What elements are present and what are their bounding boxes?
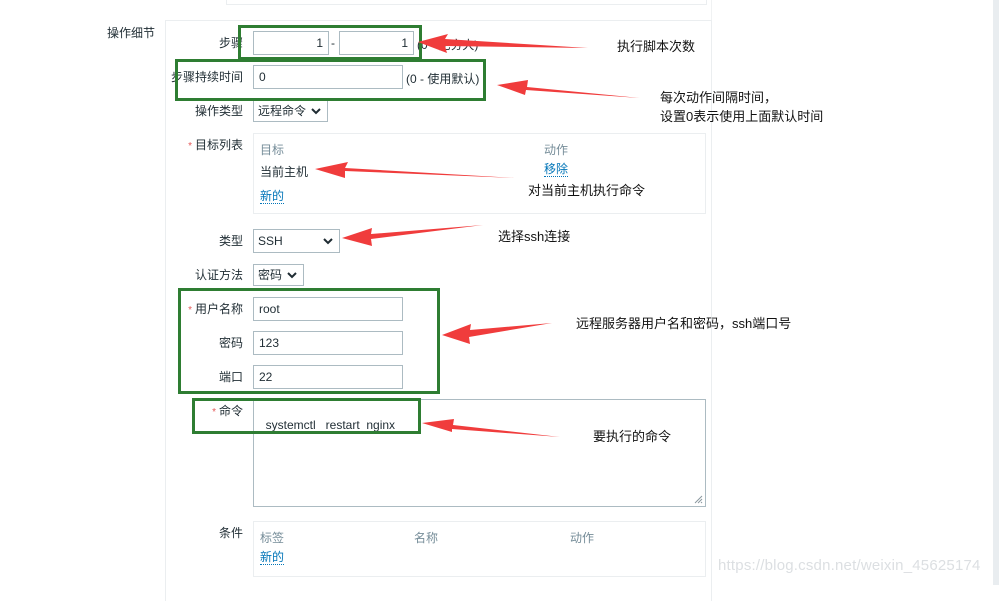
operation-type-select[interactable]: 远程命令 — [253, 100, 328, 122]
target-list-label: * 目标列表 — [153, 138, 243, 154]
auth-method-value: 密码 — [258, 268, 283, 282]
annotation-duration-note-line2: 设置0表示使用上面默认时间 — [660, 109, 824, 124]
scrollbar-track[interactable] — [993, 0, 999, 585]
type-select[interactable]: SSH — [253, 229, 340, 253]
column-header-name: 名称 — [414, 531, 439, 545]
annotation-box-command — [192, 398, 421, 434]
operation-type-label: 操作类型 — [194, 104, 243, 118]
annotation-target-note: 对当前主机执行命令 — [528, 183, 646, 198]
conditions-label: 条件 — [218, 526, 243, 540]
add-condition-link[interactable]: 新的 — [260, 551, 285, 565]
annotation-duration-note-line1: 每次动作间隔时间， — [660, 90, 778, 105]
annotation-type-note: 选择ssh连接 — [498, 229, 571, 244]
annotation-steps-note: 执行脚本次数 — [617, 39, 696, 54]
chevron-down-icon — [311, 108, 321, 115]
target-list-label-text: 目标列表 — [194, 138, 243, 152]
remove-target-link[interactable]: 移除 — [544, 163, 569, 177]
previous-field-box — [226, 0, 707, 5]
annotation-credentials-note: 远程服务器用户名和密码，ssh端口号 — [576, 316, 792, 331]
auth-method-select[interactable]: 密码 — [253, 264, 304, 286]
column-header-tag: 标签 — [260, 531, 285, 545]
column-header-action: 动作 — [544, 143, 569, 157]
target-list-table: 目标 动作 当前主机 移除 新的 — [253, 133, 706, 214]
type-value: SSH — [258, 234, 283, 248]
operation-type-value: 远程命令 — [258, 104, 307, 118]
resize-handle-icon[interactable] — [694, 495, 703, 504]
watermark-text: https://blog.csdn.net/weixin_45625174 — [718, 557, 981, 574]
column-header-target: 目标 — [260, 143, 285, 157]
add-target-link[interactable]: 新的 — [260, 190, 285, 204]
chevron-down-icon — [287, 272, 297, 279]
operation-details-label: 操作细节 — [107, 26, 156, 40]
steps-hint: (0 - 无穷大) — [417, 38, 479, 52]
steps-label: 步骤 — [218, 36, 243, 50]
conditions-table: 标签 名称 动作 新的 — [253, 521, 706, 577]
column-header-action: 动作 — [570, 531, 595, 545]
chevron-down-icon — [323, 238, 333, 245]
auth-method-label: 认证方法 — [194, 268, 243, 282]
type-label: 类型 — [218, 234, 243, 248]
annotation-command-note: 要执行的命令 — [593, 429, 672, 444]
annotation-box-credentials — [178, 288, 440, 394]
annotation-box-steps — [238, 25, 422, 60]
required-marker: * — [188, 141, 192, 152]
annotation-box-duration — [175, 59, 486, 101]
target-row-host: 当前主机 — [260, 165, 309, 179]
